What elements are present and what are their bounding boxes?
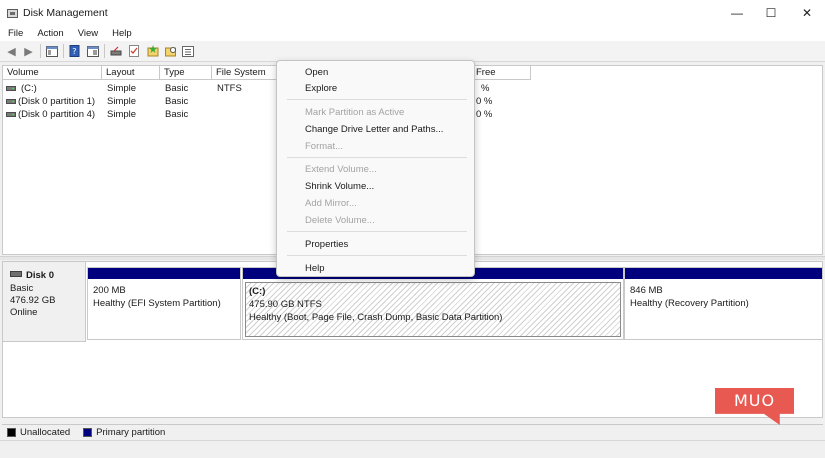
drive-icon	[6, 86, 16, 91]
toolbar: ◀ ▶ ?	[0, 41, 825, 62]
partition-recovery[interactable]: 846 MB Healthy (Recovery Partition)	[624, 267, 823, 340]
volume-name: (C:)	[21, 83, 37, 94]
muo-watermark-logo: MUO	[715, 388, 794, 425]
status-bar	[0, 440, 825, 458]
menu-item-delete-volume[interactable]: Delete Volume...	[305, 215, 375, 226]
menu-view[interactable]: View	[71, 28, 105, 39]
volume-layout: Simple	[107, 96, 137, 107]
menu-item-add-mirror[interactable]: Add Mirror...	[305, 198, 357, 209]
menu-bar: File Action View Help	[0, 26, 825, 41]
console-view-icon[interactable]	[86, 45, 99, 57]
drive-icon	[6, 99, 16, 104]
legend: Unallocated Primary partition	[2, 424, 823, 439]
menu-item-format[interactable]: Format...	[305, 141, 343, 152]
partition-type-bar	[88, 268, 240, 279]
partition-size: 846 MB	[630, 285, 663, 296]
volume-type: Basic	[165, 83, 189, 94]
help-book-icon[interactable]: ?	[68, 45, 81, 57]
disk-0-label[interactable]: Disk 0 Basic 476.92 GB Online	[3, 262, 86, 342]
title-bar: Disk Management — ☐ ✕	[0, 0, 825, 26]
maximize-button[interactable]: ☐	[753, 0, 789, 26]
partition-status: Healthy (Recovery Partition)	[630, 298, 749, 309]
show-hide-console-tree-icon[interactable]	[45, 45, 58, 57]
disk-size: 476.92 GB	[10, 295, 56, 306]
volume-type: Basic	[165, 109, 189, 120]
minimize-button[interactable]: —	[719, 0, 755, 26]
menu-action[interactable]: Action	[30, 28, 70, 39]
disk-map-pane: Disk 0 Basic 476.92 GB Online 200 MB Hea…	[2, 261, 823, 418]
volume-percent-free: 0 %	[476, 96, 493, 107]
connect-disk-icon[interactable]	[110, 45, 123, 57]
partition-size: 475.90 GB NTFS	[249, 299, 322, 310]
volume-file-system: NTFS	[217, 83, 242, 94]
context-menu: Open Explore Mark Partition as Active Ch…	[276, 60, 475, 277]
volume-type: Basic	[165, 96, 189, 107]
forward-arrow-icon[interactable]: ▶	[22, 45, 35, 58]
folder-search-icon[interactable]	[164, 45, 177, 57]
checklist-icon[interactable]	[128, 45, 141, 57]
volume-percent-free: 0 %	[476, 109, 493, 120]
menu-file[interactable]: File	[0, 28, 30, 39]
toolbar-separator	[40, 44, 41, 58]
menu-separator	[287, 255, 467, 256]
partition-size: 200 MB	[93, 285, 126, 296]
menu-item-shrink-volume[interactable]: Shrink Volume...	[305, 181, 374, 192]
volume-name: (Disk 0 partition 4)	[18, 109, 96, 120]
toolbar-separator	[104, 44, 105, 58]
disk-type: Basic	[10, 283, 34, 294]
menu-separator	[287, 157, 467, 158]
column-header-file-system[interactable]: File System	[212, 66, 278, 80]
menu-item-change-drive-letter[interactable]: Change Drive Letter and Paths...	[305, 124, 443, 135]
disk-status: Online	[10, 307, 38, 318]
disk-management-app-icon	[7, 8, 18, 18]
partition-efi[interactable]: 200 MB Healthy (EFI System Partition)	[87, 267, 241, 340]
partition-status: Healthy (EFI System Partition)	[93, 298, 221, 309]
properties-list-icon[interactable]	[181, 45, 194, 57]
volume-layout: Simple	[107, 109, 137, 120]
column-header-layout[interactable]: Layout	[102, 66, 160, 80]
disk-name: Disk 0	[26, 270, 54, 281]
disk-icon	[10, 271, 22, 277]
menu-item-help[interactable]: Help	[305, 263, 325, 274]
menu-item-mark-partition-active[interactable]: Mark Partition as Active	[305, 107, 404, 118]
partition-status: Healthy (Boot, Page File, Crash Dump, Ba…	[249, 312, 503, 323]
menu-item-extend-volume[interactable]: Extend Volume...	[305, 164, 377, 175]
new-item-star-icon[interactable]	[146, 45, 159, 57]
partition-c[interactable]: (C:) 475.90 GB NTFS Healthy (Boot, Page …	[242, 267, 624, 340]
menu-separator	[287, 99, 467, 100]
menu-item-open[interactable]: Open	[305, 67, 328, 78]
menu-separator	[287, 231, 467, 232]
legend-primary-partition: Primary partition	[96, 426, 166, 438]
menu-help[interactable]: Help	[105, 28, 139, 39]
toolbar-separator	[63, 44, 64, 58]
legend-unallocated: Unallocated	[20, 426, 71, 438]
menu-item-explore[interactable]: Explore	[305, 83, 337, 94]
menu-item-properties[interactable]: Properties	[305, 239, 348, 250]
watermark-text: MUO	[733, 391, 776, 410]
svg-text:?: ?	[72, 47, 76, 56]
partition-body: 200 MB Healthy (EFI System Partition)	[90, 282, 238, 337]
close-button[interactable]: ✕	[789, 0, 825, 26]
volume-name: (Disk 0 partition 1)	[18, 96, 96, 107]
volume-percent-free: %	[481, 83, 490, 94]
partition-body: 846 MB Healthy (Recovery Partition)	[627, 282, 820, 337]
partition-type-bar	[625, 268, 822, 279]
back-arrow-icon[interactable]: ◀	[5, 45, 18, 58]
partition-body-selected: (C:) 475.90 GB NTFS Healthy (Boot, Page …	[245, 282, 621, 337]
primary-partition-swatch	[83, 427, 93, 437]
column-header-volume[interactable]: Volume	[3, 66, 102, 80]
column-header-type[interactable]: Type	[160, 66, 212, 80]
column-header-percent-free[interactable]: Free	[472, 66, 531, 80]
window-title: Disk Management	[23, 7, 108, 19]
partition-label: (C:)	[249, 286, 266, 297]
drive-icon	[6, 112, 16, 117]
volume-layout: Simple	[107, 83, 137, 94]
unallocated-swatch	[7, 427, 16, 437]
